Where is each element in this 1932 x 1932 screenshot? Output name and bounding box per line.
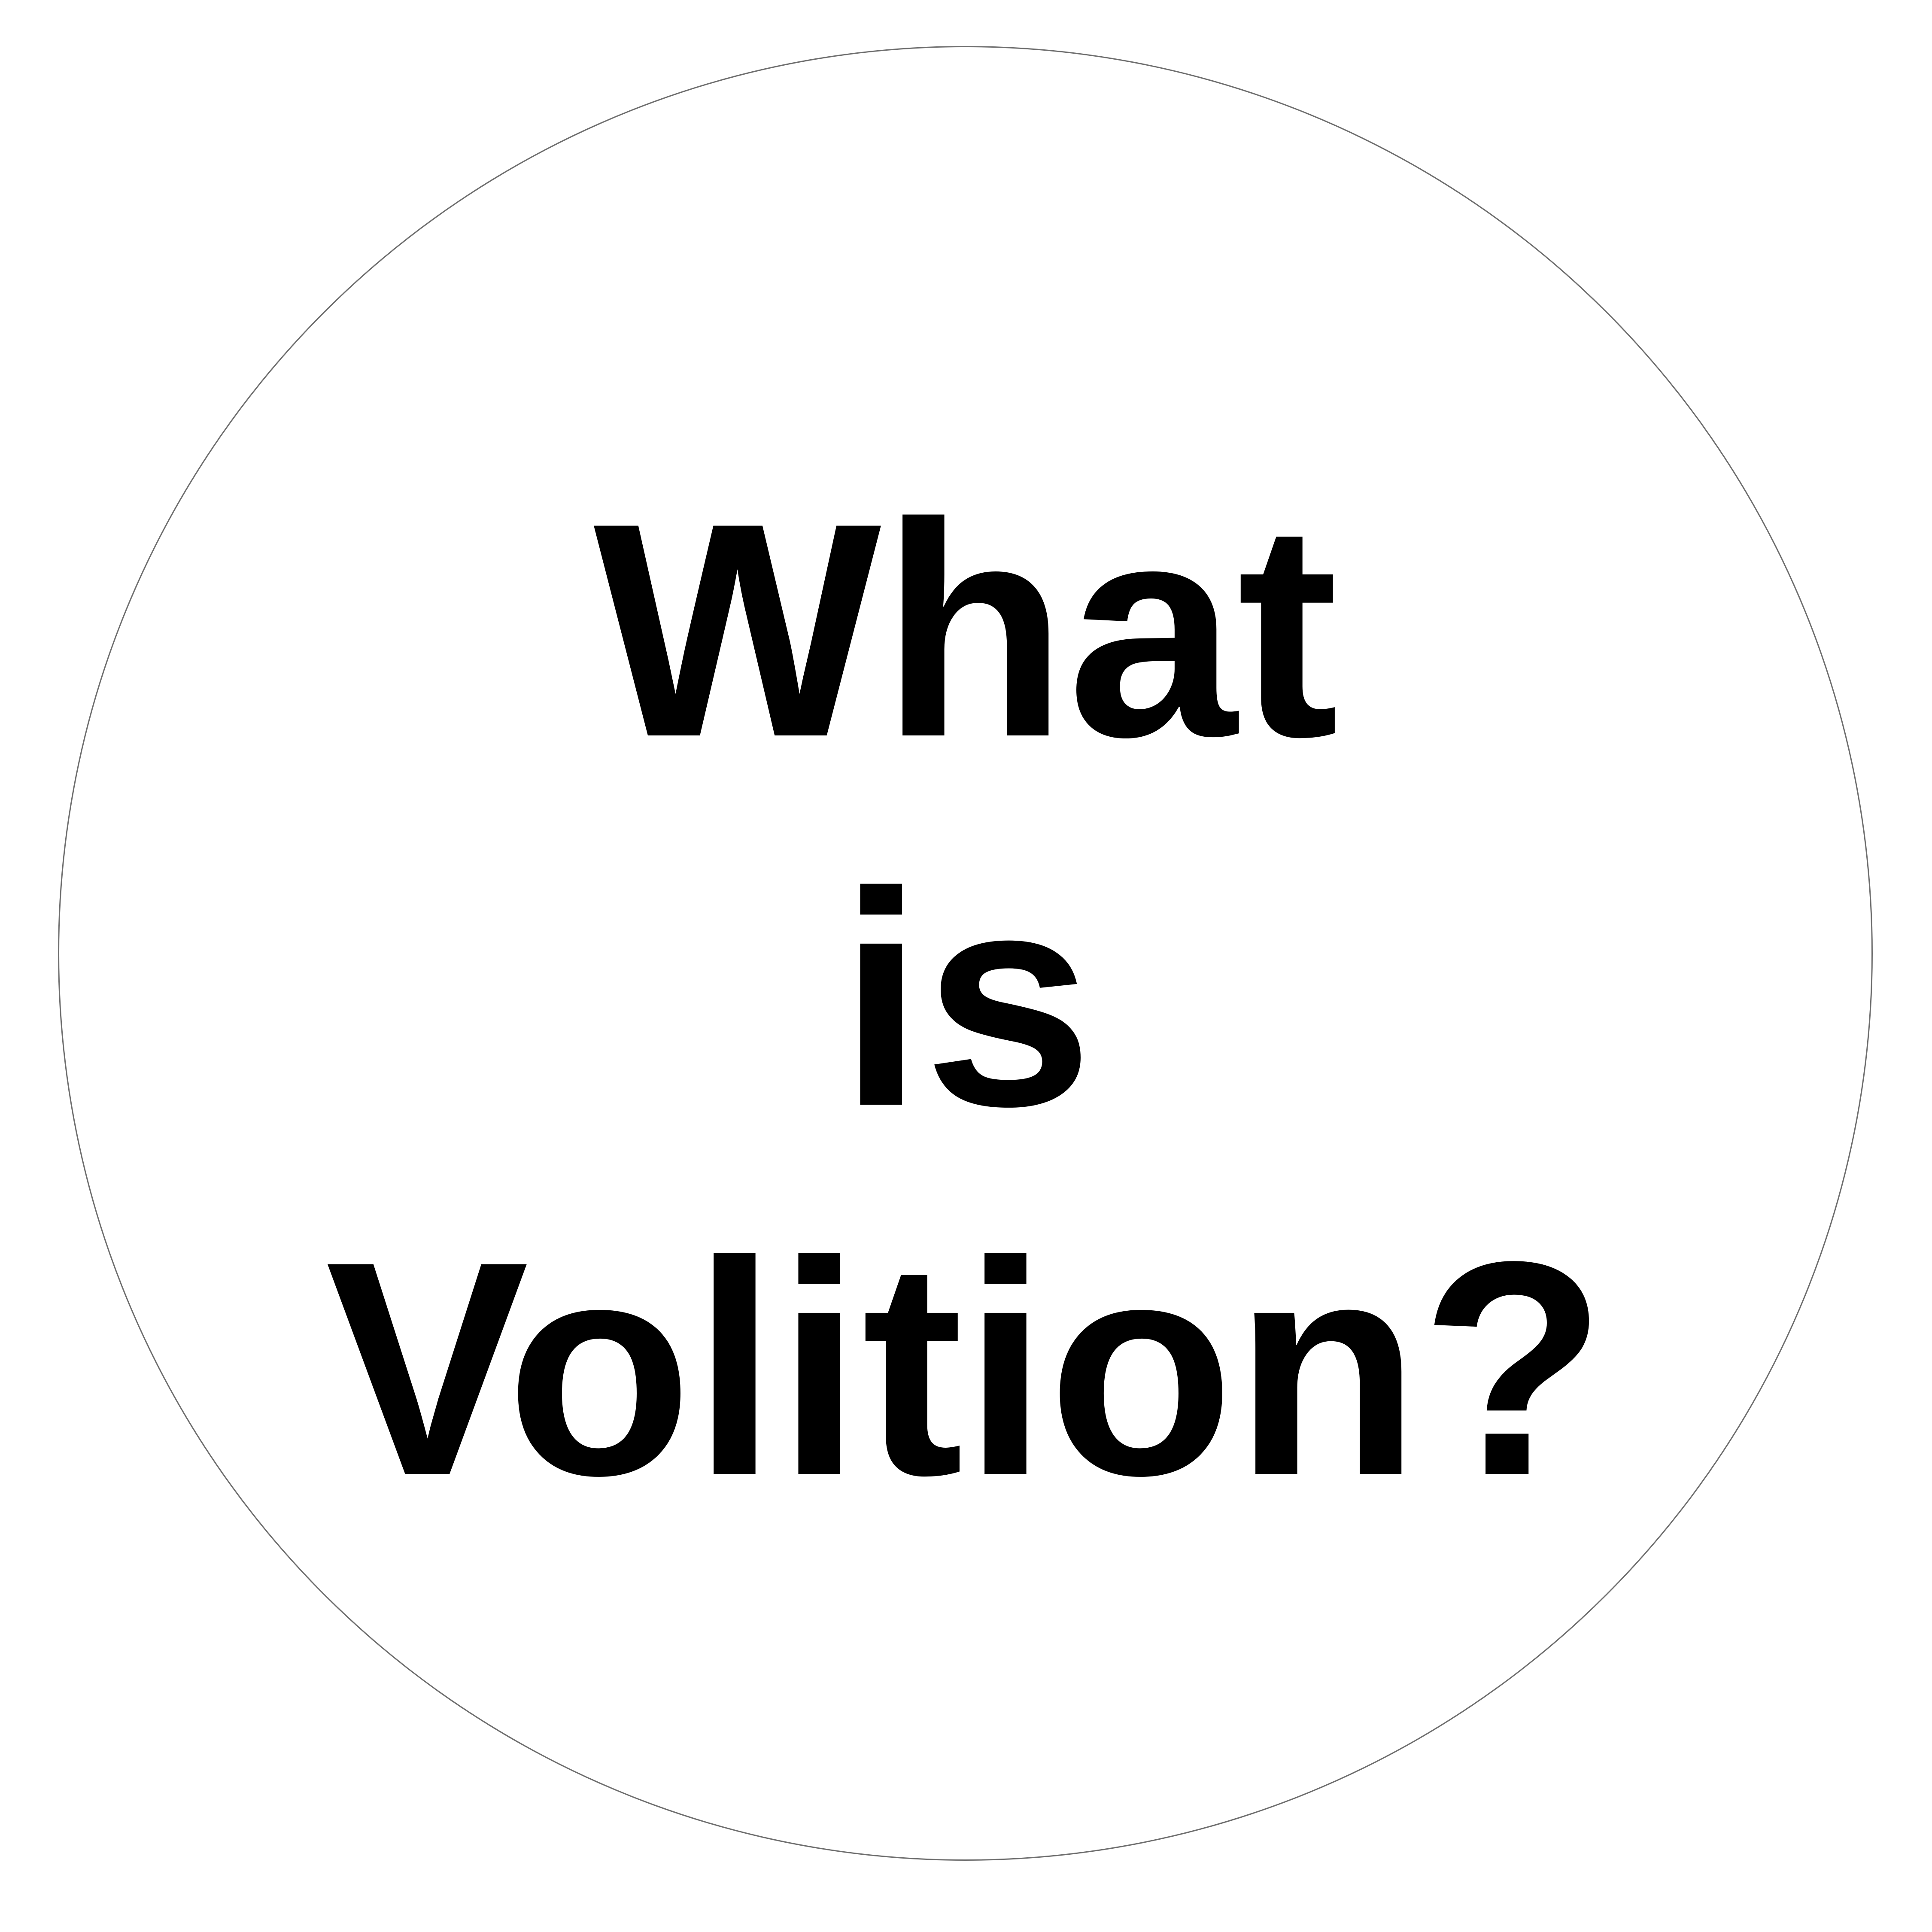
heading-line-volition: Volition? <box>325 1198 1607 1539</box>
heading-line-what: What <box>593 460 1339 800</box>
heading-line-is: is <box>838 829 1094 1170</box>
